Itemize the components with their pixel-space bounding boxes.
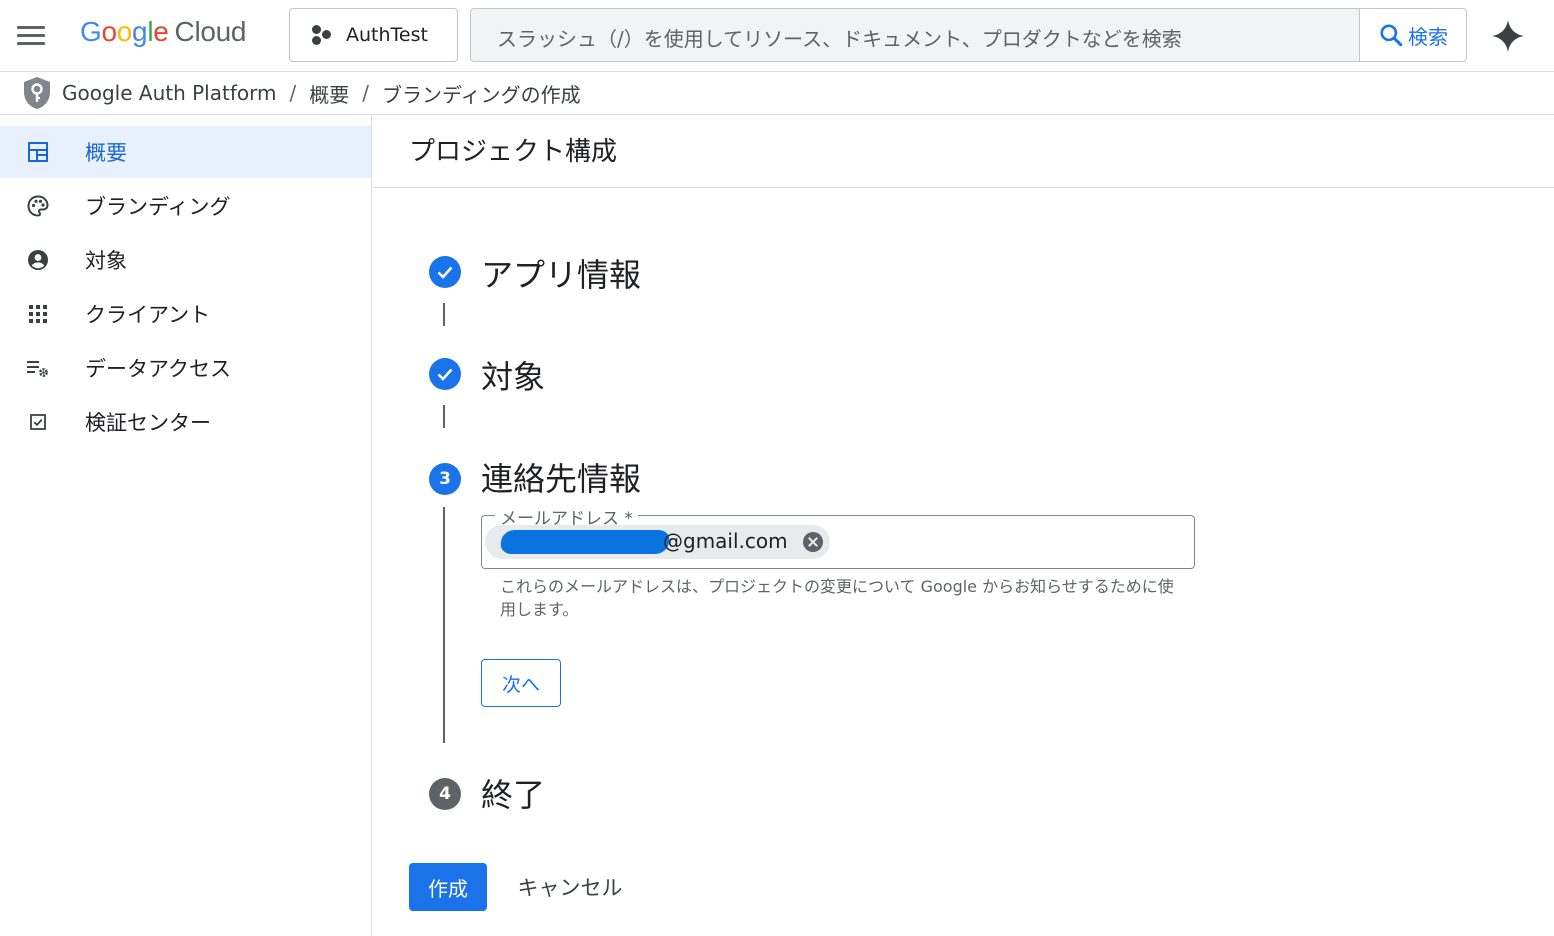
- sidebar-item-label: クライアント: [85, 303, 211, 327]
- checkbox-icon: [30, 414, 46, 430]
- sidebar-item-data-access[interactable]: データアクセス: [0, 342, 371, 394]
- search-button[interactable]: 検索: [1359, 9, 1466, 61]
- logo-letter: o: [101, 16, 117, 47]
- search-bar[interactable]: スラッシュ（/）を使用してリソース、ドキュメント、プロダクトなどを検索 検索: [470, 8, 1467, 62]
- step-number-badge: 3: [429, 463, 461, 495]
- sidebar-item-overview[interactable]: 概要: [0, 126, 371, 178]
- email-helper-text: これらのメールアドレスは、プロジェクトの変更について Google からお知らせ…: [500, 577, 1174, 619]
- step-connector: [443, 405, 445, 428]
- breadcrumb-separator: /: [362, 81, 369, 105]
- logo-google-text: Google: [80, 16, 169, 47]
- search-button-label: 検索: [1408, 24, 1448, 49]
- logo-letter: e: [153, 16, 169, 47]
- logo-letter: g: [132, 16, 148, 47]
- step-finish-label: 終了: [481, 776, 546, 814]
- apps-grid-icon: [29, 305, 47, 323]
- sidebar-item-verification-center[interactable]: 検証センター: [0, 396, 371, 448]
- cancel-button[interactable]: キャンセル: [506, 863, 634, 911]
- account-circle-icon: [28, 250, 48, 270]
- step-done-check-icon: [429, 358, 461, 390]
- search-icon: [1380, 24, 1403, 47]
- sidebar-item-label: データアクセス: [85, 357, 231, 381]
- chip-remove-icon[interactable]: [803, 532, 823, 552]
- sidebar-nav: 概要 ブランディング 対象 クライアント データアクセス 検証センター: [0, 115, 372, 936]
- step-contact-info-label: 連絡先情報: [481, 460, 642, 498]
- step-app-info-label: アプリ情報: [481, 256, 642, 294]
- divider: [373, 187, 1554, 188]
- project-picker-button[interactable]: AuthTest: [289, 8, 458, 62]
- sidebar-item-label: 検証センター: [85, 411, 211, 435]
- step-connector: [443, 507, 445, 743]
- search-input[interactable]: スラッシュ（/）を使用してリソース、ドキュメント、プロダクトなどを検索: [497, 23, 1182, 52]
- create-button[interactable]: 作成: [409, 863, 487, 911]
- top-app-bar: Google Cloud AuthTest スラッシュ（/）を使用してリソース、ド…: [0, 0, 1554, 72]
- breadcrumb-separator: /: [289, 81, 297, 105]
- logo-letter: o: [116, 16, 133, 47]
- logo-letter: G: [80, 16, 102, 47]
- dashboard-icon: [28, 142, 48, 162]
- sidebar-item-branding[interactable]: ブランディング: [0, 180, 371, 232]
- breadcrumb-overview[interactable]: 概要: [309, 79, 349, 108]
- sidebar-item-audience[interactable]: 対象: [0, 234, 371, 286]
- sidebar-item-clients[interactable]: クライアント: [0, 288, 371, 340]
- email-chip[interactable]: @gmail.com: [485, 525, 830, 559]
- list-settings-icon: [27, 361, 48, 377]
- breadcrumb-current-page: ブランディングの作成: [381, 82, 581, 107]
- step-audience-label: 対象: [481, 358, 546, 396]
- project-name: AuthTest: [346, 24, 428, 46]
- step-done-check-icon: [429, 256, 461, 288]
- sidebar-item-label: 対象: [85, 249, 127, 273]
- next-button[interactable]: 次へ: [481, 659, 561, 707]
- sidebar-item-label: 概要: [85, 141, 127, 165]
- email-chip-text: @gmail.com: [663, 529, 788, 553]
- step-number-badge: 4: [429, 778, 461, 810]
- step-connector: [443, 303, 445, 326]
- redaction-mark: [499, 530, 671, 554]
- page-title: プロジェクト構成: [409, 137, 618, 167]
- palette-icon: [27, 195, 49, 217]
- breadcrumb: Google Auth Platform / 概要 / ブランディングの作成: [0, 72, 1554, 115]
- project-hexagons-icon: [310, 24, 332, 46]
- shield-key-icon: [24, 77, 50, 109]
- gemini-sparkle-icon[interactable]: [1490, 18, 1526, 54]
- email-field[interactable]: メールアドレス * @gmail.com: [481, 504, 1195, 569]
- sidebar-item-label: ブランディング: [85, 195, 231, 219]
- main-menu-icon[interactable]: [14, 20, 48, 52]
- google-cloud-logo[interactable]: Google Cloud: [80, 16, 247, 48]
- breadcrumb-auth-platform[interactable]: Google Auth Platform: [62, 81, 276, 105]
- logo-cloud-text: Cloud: [174, 16, 247, 47]
